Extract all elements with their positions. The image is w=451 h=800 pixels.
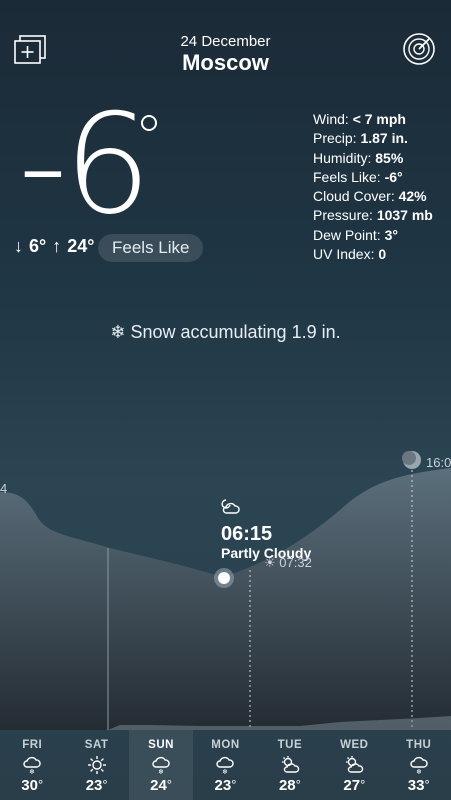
- detail-label: Humidity:: [313, 149, 372, 166]
- day-tue[interactable]: TUE 28°: [258, 730, 322, 800]
- day-sat[interactable]: SAT 23°: [64, 730, 128, 800]
- day-mon[interactable]: MON ❄ 23°: [193, 730, 257, 800]
- snow-cloud-icon: ❄: [151, 755, 171, 776]
- feels-like-button[interactable]: Feels Like: [98, 234, 204, 262]
- day-temp: 23°: [193, 777, 257, 794]
- detail-row: Wind: < 7 mph: [313, 110, 433, 129]
- detail-value: < 7 mph: [352, 111, 406, 127]
- detail-row: Precip: 1.87 in.: [313, 129, 433, 148]
- detail-label: Dew Point:: [313, 226, 381, 243]
- day-temp: 28°: [258, 777, 322, 794]
- radar-icon: [403, 33, 435, 65]
- day-temp: 23°: [64, 777, 128, 794]
- temperature-graph[interactable]: [0, 440, 451, 730]
- detail-row: Pressure: 1037 mb: [313, 206, 433, 225]
- detail-value: 3°: [384, 226, 398, 243]
- svg-text:❄: ❄: [223, 768, 229, 775]
- day-name: FRI: [22, 739, 43, 751]
- degree-symbol: °: [102, 777, 108, 792]
- snowflake-icon: ❄: [110, 322, 126, 342]
- day-temp: 27°: [322, 777, 386, 794]
- day-temp: 24°: [129, 777, 193, 794]
- city-name[interactable]: Moscow: [0, 50, 451, 76]
- current-time: 06:15: [221, 523, 273, 545]
- detail-label: Feels Like:: [313, 168, 381, 185]
- arrow-down-icon: ↓: [14, 236, 23, 256]
- daily-forecast: FRI ❄ 30° SAT 23° SUN ❄ 24° MON ❄ 23° TUE 28° WED 27° T…: [0, 730, 451, 800]
- day-name: SAT: [84, 739, 109, 751]
- sunrise-icon: ☀: [264, 555, 276, 570]
- graph-edge-value: 4: [0, 481, 8, 496]
- sunrise-time: ☀ 07:32: [264, 555, 312, 571]
- radar-button[interactable]: [402, 32, 436, 66]
- snow-cloud-icon: ❄: [409, 755, 429, 776]
- degree-symbol: °: [424, 777, 430, 792]
- day-sun[interactable]: SUN ❄ 24°: [128, 730, 194, 800]
- detail-row: Cloud Cover: 42%: [313, 187, 433, 206]
- degree-symbol: °: [231, 777, 237, 792]
- snow-cloud-icon: ❄: [22, 755, 42, 776]
- detail-value: 85%: [375, 149, 404, 166]
- partly-cloudy-icon: [280, 755, 300, 775]
- detail-label: Cloud Cover:: [313, 188, 395, 205]
- partly-cloudy-icon: [344, 755, 364, 775]
- day-name: MON: [211, 739, 240, 751]
- sun-icon: [87, 755, 107, 775]
- day-wed[interactable]: WED 27°: [322, 730, 386, 800]
- high-temp: 24°: [67, 236, 95, 256]
- day-name: SUN: [148, 739, 174, 751]
- day-thu[interactable]: THU ❄ 33°: [387, 730, 451, 800]
- degree-symbol: °: [166, 777, 172, 792]
- svg-text:❄: ❄: [416, 768, 422, 775]
- day-temp-value: 30: [21, 777, 38, 794]
- detail-value: 0: [378, 246, 387, 263]
- day-temp-value: 23: [85, 777, 103, 794]
- sunset-time: 16:0: [426, 455, 451, 470]
- day-temp-value: 28: [278, 777, 296, 794]
- snow-notice-text: Snow accumulating 1.9 in.: [130, 322, 341, 342]
- detail-label: UV Index:: [313, 246, 375, 263]
- detail-label: Pressure:: [313, 207, 373, 224]
- low-temp: 6°: [29, 236, 47, 256]
- weather-details: Wind: < 7 mph Precip: 1.87 in. Humidity: 8…: [313, 110, 433, 264]
- sunrise-time-label: 07:32: [279, 555, 312, 570]
- day-temp-value: 27: [343, 777, 361, 794]
- svg-text:❄: ❄: [29, 768, 35, 775]
- partly-cloudy-night-icon: [219, 497, 241, 515]
- degree-symbol: °: [37, 777, 44, 792]
- detail-label: Wind:: [313, 111, 349, 127]
- date-label: 24 December: [180, 33, 271, 50]
- day-temp-value: 33: [407, 777, 425, 794]
- day-fri[interactable]: FRI ❄ 30°: [0, 730, 64, 800]
- detail-value: 1037 mb: [376, 207, 433, 224]
- day-temp: 30°: [0, 777, 64, 794]
- day-name: THU: [406, 739, 432, 751]
- low-high-temps: ↓ 6° ↑ 24°: [14, 236, 94, 257]
- detail-row: Dew Point: 3°: [313, 226, 433, 245]
- detail-row: UV Index: 0: [313, 245, 433, 264]
- degree-symbol: [141, 115, 157, 131]
- degree-symbol: °: [295, 777, 301, 792]
- detail-row: Feels Like: -6°: [313, 168, 433, 187]
- day-name: TUE: [277, 739, 303, 751]
- day-temp-value: 24: [150, 777, 167, 794]
- svg-text:❄: ❄: [158, 768, 164, 775]
- day-name: WED: [340, 739, 369, 751]
- detail-value: -6°: [384, 168, 403, 185]
- snow-cloud-icon: ❄: [215, 755, 235, 776]
- current-temperature: -6: [18, 84, 152, 245]
- detail-row: Humidity: 85%: [313, 149, 433, 168]
- degree-symbol: °: [360, 777, 366, 792]
- day-temp: 33°: [387, 777, 451, 794]
- detail-value: 1.87 in.: [360, 130, 408, 147]
- snow-notice: ❄ Snow accumulating 1.9 in.: [0, 322, 451, 343]
- detail-value: 42%: [398, 188, 427, 205]
- detail-label: Precip:: [313, 130, 357, 147]
- day-temp-value: 23: [214, 777, 232, 794]
- arrow-up-icon: ↑: [52, 236, 62, 256]
